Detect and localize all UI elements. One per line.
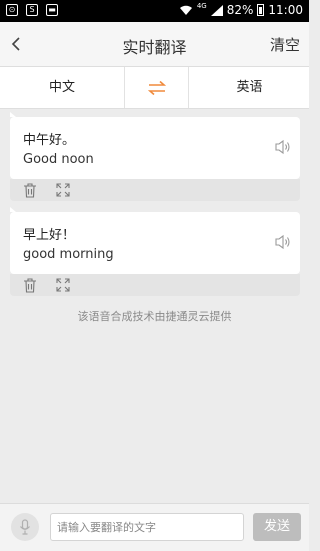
source-text: 早上好！ [23, 228, 76, 243]
signal-icon [210, 4, 223, 16]
status-bar: ⊙ S ▬ 4G 82% 11:00 [0, 0, 309, 22]
expand-icon[interactable] [56, 278, 70, 292]
voice-input-button[interactable] [11, 513, 39, 541]
network-type: 4G [196, 1, 207, 10]
trash-icon[interactable] [23, 278, 37, 293]
swap-icon [147, 80, 166, 95]
speaker-icon[interactable] [274, 234, 292, 250]
card-toolbar [10, 179, 300, 201]
trash-icon[interactable] [23, 183, 37, 198]
notification-icon: ⊙ [6, 4, 18, 16]
app-notification-icon: S [26, 4, 38, 16]
image-notification-icon: ▬ [46, 4, 58, 16]
translate-text-input[interactable] [50, 513, 244, 541]
send-button[interactable]: 发送 [253, 513, 301, 541]
battery-percent: 82% [226, 3, 254, 17]
source-language-selector[interactable]: 中文 [0, 67, 124, 108]
source-text: 中午好。 [23, 133, 76, 148]
swap-languages-button[interactable] [124, 67, 189, 108]
page-title: 实时翻译 [122, 38, 187, 57]
microphone-icon [20, 519, 30, 535]
language-bar: 中文 英语 [0, 66, 309, 109]
input-bar: 发送 [0, 503, 309, 551]
translated-text: Good noon [23, 152, 94, 167]
battery-icon [257, 4, 265, 16]
wifi-icon [179, 5, 192, 15]
expand-icon[interactable] [56, 183, 70, 197]
translated-text: good morning [23, 247, 114, 262]
title-bar: 实时翻译 清空 [0, 22, 309, 66]
card-toolbar [10, 274, 300, 296]
translation-card: 中午好。 Good noon [10, 112, 300, 179]
translation-card: 早上好！ good morning [10, 207, 300, 274]
speaker-icon[interactable] [274, 139, 292, 155]
clear-button[interactable]: 清空 [270, 34, 300, 55]
tts-credit: 该语音合成技术由捷通灵云提供 [77, 310, 232, 323]
target-language-selector[interactable]: 英语 [190, 67, 309, 108]
clock: 11:00 [268, 3, 303, 17]
